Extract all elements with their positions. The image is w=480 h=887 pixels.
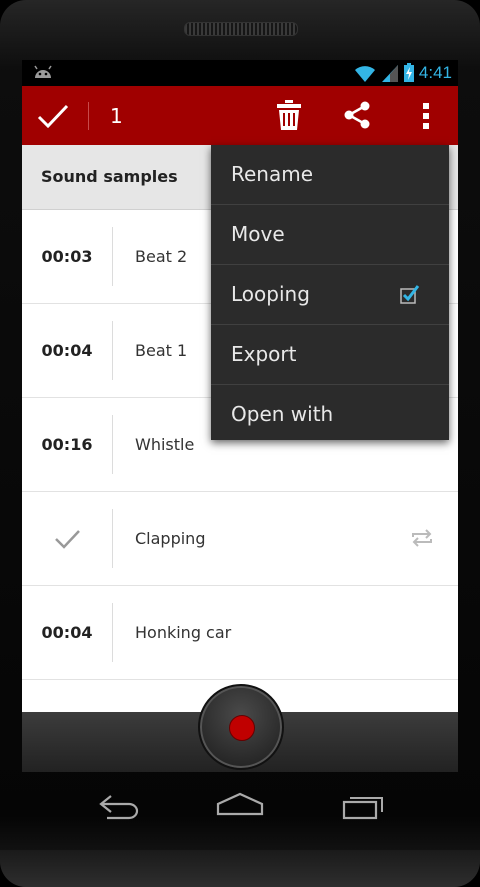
battery-charging-icon	[403, 63, 414, 82]
row-divider	[112, 415, 113, 474]
status-icons: 4:41	[353, 62, 452, 84]
menu-item-label: Looping	[231, 282, 310, 306]
share-icon[interactable]	[342, 100, 372, 130]
recent-apps-icon[interactable]	[340, 790, 386, 820]
loop-repeat-icon	[412, 529, 432, 547]
list-item[interactable]: 00:04 Honking car	[22, 586, 458, 680]
item-duration: 00:16	[41, 435, 93, 454]
item-duration: 00:04	[41, 623, 93, 642]
item-name: Honking car	[135, 623, 232, 642]
record-dot-icon	[229, 715, 255, 741]
menu-item-export[interactable]: Export	[211, 325, 449, 385]
contextual-action-bar: 1	[22, 86, 458, 145]
item-name: Beat 1	[135, 341, 188, 360]
bottom-bezel	[0, 850, 480, 887]
overflow-menu-icon[interactable]	[416, 100, 436, 132]
screen: 4:41 1 Sound samples 00:03 Beat 2 00:04 …	[22, 60, 458, 772]
wifi-icon	[354, 66, 375, 82]
menu-item-looping[interactable]: Looping	[211, 265, 449, 325]
menu-item-label: Rename	[231, 162, 314, 186]
status-time: 4:41	[418, 63, 452, 82]
overflow-popup-menu: Rename Move Looping Export Open with	[211, 145, 449, 440]
selected-check-icon	[55, 530, 80, 549]
menu-item-rename[interactable]: Rename	[211, 145, 449, 205]
row-divider	[112, 603, 113, 662]
menu-item-move[interactable]: Move	[211, 205, 449, 265]
home-icon[interactable]	[215, 790, 265, 818]
item-duration: 00:03	[41, 247, 93, 266]
action-bar-divider	[88, 102, 89, 130]
menu-item-label: Export	[231, 342, 297, 366]
delete-trash-icon[interactable]	[276, 99, 302, 131]
menu-item-label: Move	[231, 222, 285, 246]
item-name: Beat 2	[135, 247, 188, 266]
item-name: Clapping	[135, 529, 206, 548]
status-bar: 4:41	[22, 60, 458, 86]
row-divider	[112, 509, 113, 568]
menu-item-label: Open with	[231, 402, 334, 426]
record-button[interactable]	[198, 684, 284, 770]
navigation-bar	[0, 772, 480, 838]
done-check-icon[interactable]	[36, 102, 70, 130]
item-duration: 00:04	[41, 341, 93, 360]
section-title: Sound samples	[41, 167, 178, 186]
selected-count: 1	[110, 104, 123, 128]
menu-item-open-with[interactable]: Open with	[211, 385, 449, 444]
row-divider	[112, 227, 113, 286]
back-icon[interactable]	[97, 790, 141, 820]
signal-icon	[381, 65, 398, 82]
looping-checkbox[interactable]	[400, 284, 420, 304]
phone-frame: 4:41 1 Sound samples 00:03 Beat 2 00:04 …	[0, 0, 480, 887]
item-name: Whistle	[135, 435, 195, 454]
android-notification-icon	[34, 65, 52, 78]
earpiece-speaker	[184, 22, 298, 36]
row-divider	[112, 321, 113, 380]
list-item-selected[interactable]: Clapping	[22, 492, 458, 586]
